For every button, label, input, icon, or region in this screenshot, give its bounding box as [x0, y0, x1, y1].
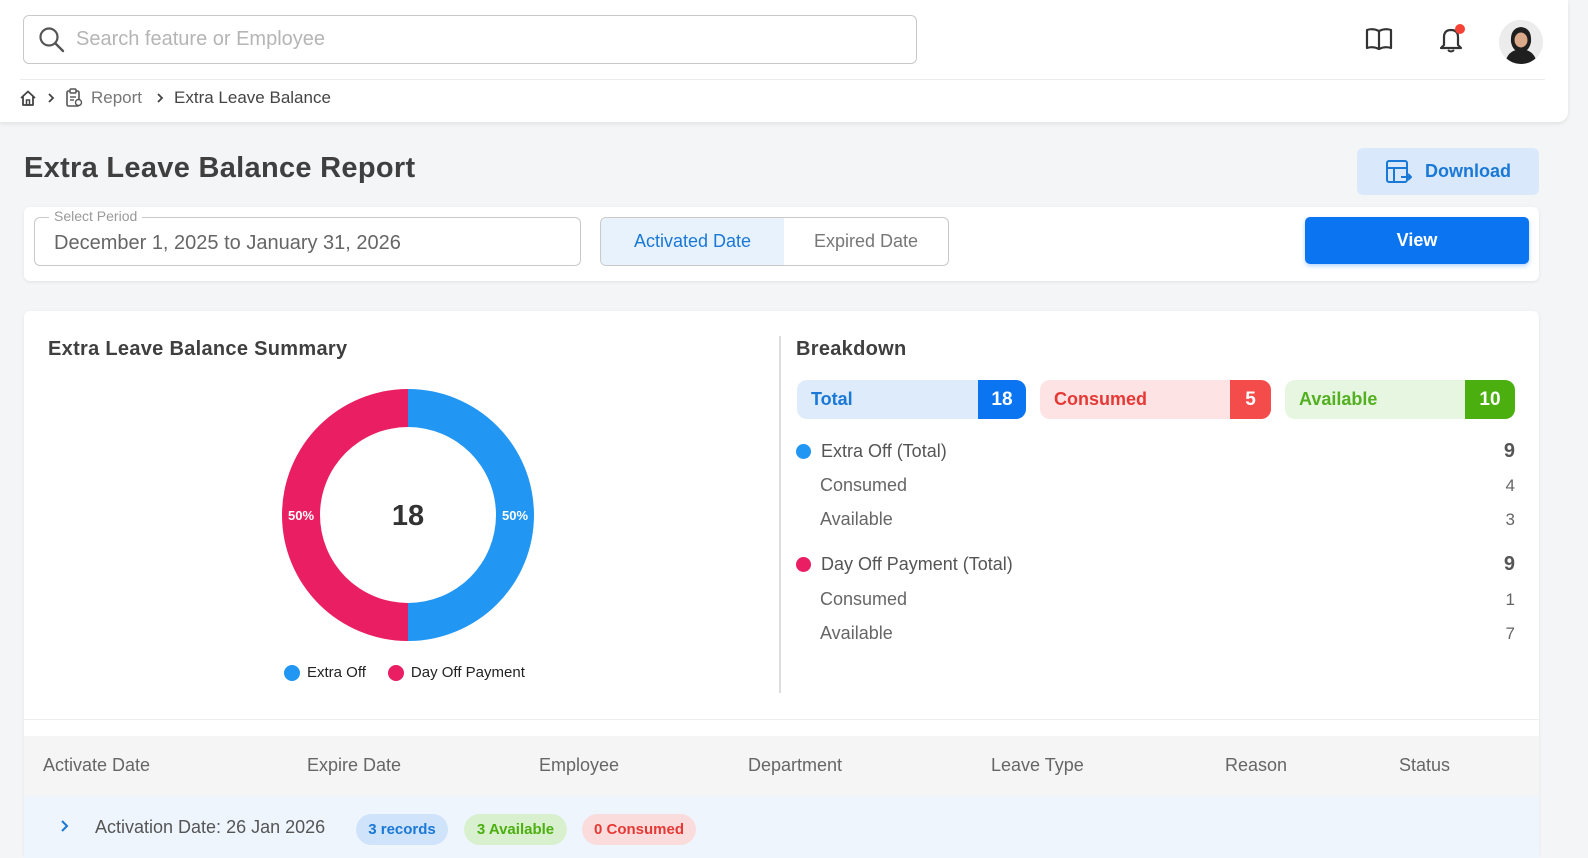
- total-label: Total: [811, 389, 853, 409]
- book-icon[interactable]: [1364, 24, 1394, 54]
- notification-bell-icon[interactable]: [1436, 24, 1466, 54]
- search-icon: [39, 26, 65, 52]
- column-header-status[interactable]: Status: [1399, 755, 1450, 776]
- slice-label-day-off-payment: 50%: [288, 508, 314, 523]
- row-value: 7: [1505, 623, 1515, 643]
- table-divider: [24, 719, 1539, 720]
- notification-dot: [1455, 24, 1465, 34]
- records-badge: 3 records: [356, 814, 448, 845]
- period-field[interactable]: Select Period December 1, 2025 to Januar…: [34, 208, 581, 266]
- donut-chart: 50% 50% 18: [282, 389, 534, 641]
- row-label: Available: [820, 509, 893, 529]
- consumed-pill: Consumed 5: [1040, 380, 1271, 419]
- column-header-expire-date[interactable]: Expire Date: [307, 755, 401, 776]
- column-header-employee[interactable]: Employee: [539, 755, 619, 776]
- chart-legend: Extra Off Day Off Payment: [284, 664, 525, 681]
- summary-card: Extra Leave Balance Summary 50% 50% 18 E…: [24, 311, 1539, 858]
- total-pill: Total 18: [797, 380, 1026, 419]
- section-divider: [779, 336, 781, 693]
- period-value: December 1, 2025 to January 31, 2026: [54, 232, 401, 254]
- row-value: 3: [1505, 509, 1515, 529]
- legend-label: Extra Off: [307, 664, 366, 681]
- row-label: Available: [820, 623, 893, 643]
- breadcrumb-current: Extra Leave Balance: [174, 88, 331, 107]
- top-bar: Report Extra Leave Balance: [0, 0, 1568, 122]
- search-input[interactable]: [76, 28, 876, 51]
- row-value: 4: [1505, 475, 1515, 495]
- legend-item-day-off-payment[interactable]: Day Off Payment: [387, 664, 525, 681]
- breakdown-extra-off-total: Extra Off (Total) 9: [796, 440, 1515, 463]
- toggle-activated-date[interactable]: Activated Date: [601, 218, 784, 265]
- breadcrumb: Report Extra Leave Balance: [19, 87, 331, 109]
- legend-dot: [284, 664, 300, 681]
- report-icon: [66, 88, 83, 107]
- period-label: Select Period: [49, 208, 143, 224]
- consumed-label: Consumed: [1054, 389, 1148, 409]
- legend-dot: [387, 664, 404, 681]
- user-avatar[interactable]: [1499, 20, 1543, 64]
- row-label: Consumed: [820, 475, 908, 495]
- extra-off-dot: [796, 444, 811, 459]
- page-title: Extra Leave Balance Report: [24, 152, 416, 184]
- filter-card: Select Period December 1, 2025 to Januar…: [24, 207, 1539, 281]
- column-header-department[interactable]: Department: [748, 755, 842, 776]
- group-total: 9: [1503, 553, 1515, 575]
- download-label: Download: [1425, 161, 1511, 181]
- breakdown-day-off-payment-available: Available 7: [820, 623, 1515, 644]
- row-label: Consumed: [820, 589, 908, 609]
- table-header: Activate Date Expire Date Employee Depar…: [24, 736, 1539, 796]
- day-off-payment-dot: [796, 557, 811, 572]
- column-header-reason[interactable]: Reason: [1225, 755, 1287, 776]
- group-name: Day Off Payment (Total): [821, 554, 1013, 574]
- view-button[interactable]: View: [1305, 217, 1529, 264]
- header-divider: [20, 79, 1545, 80]
- breakdown-extra-off-available: Available 3: [820, 509, 1515, 530]
- total-value: 18: [978, 380, 1026, 419]
- breakdown-day-off-payment-total: Day Off Payment (Total) 9: [796, 553, 1515, 576]
- chevron-right-icon: [48, 93, 55, 103]
- legend-label: Day Off Payment: [410, 664, 525, 681]
- available-badge: 3 Available: [464, 814, 567, 845]
- chevron-right-icon[interactable]: [58, 818, 72, 834]
- slice-label-extra-off: 50%: [502, 508, 528, 523]
- available-value: 10: [1465, 380, 1515, 419]
- breakdown-title: Breakdown: [796, 338, 907, 360]
- group-total: 9: [1503, 440, 1515, 462]
- consumed-badge: 0 Consumed: [582, 814, 696, 845]
- summary-title: Extra Leave Balance Summary: [48, 338, 348, 360]
- column-header-activate-date[interactable]: Activate Date: [43, 755, 150, 776]
- breakdown-extra-off-consumed: Consumed 4: [820, 475, 1515, 496]
- breakdown-day-off-payment-consumed: Consumed 1: [820, 589, 1515, 610]
- date-type-toggle: Activated Date Expired Date: [600, 217, 949, 266]
- row-value: 1: [1505, 589, 1515, 609]
- available-pill: Available 10: [1285, 380, 1515, 419]
- search-box[interactable]: [23, 15, 917, 64]
- legend-item-extra-off[interactable]: Extra Off: [284, 664, 366, 681]
- group-name: Extra Off (Total): [821, 441, 947, 461]
- table-export-icon: [1386, 159, 1412, 183]
- column-header-leave-type[interactable]: Leave Type: [991, 755, 1084, 776]
- home-icon[interactable]: [19, 89, 37, 107]
- download-button[interactable]: Download: [1357, 148, 1539, 195]
- consumed-value: 5: [1230, 380, 1271, 419]
- donut-center-value: 18: [392, 500, 424, 532]
- available-label: Available: [1299, 389, 1378, 409]
- chevron-right-icon: [157, 93, 164, 103]
- group-title: Activation Date: 26 Jan 2026: [95, 817, 326, 837]
- breadcrumb-report[interactable]: Report: [91, 88, 142, 108]
- toggle-expired-date[interactable]: Expired Date: [784, 218, 948, 265]
- table-group-row[interactable]: Activation Date: 26 Jan 2026 3 records 3…: [24, 796, 1539, 858]
